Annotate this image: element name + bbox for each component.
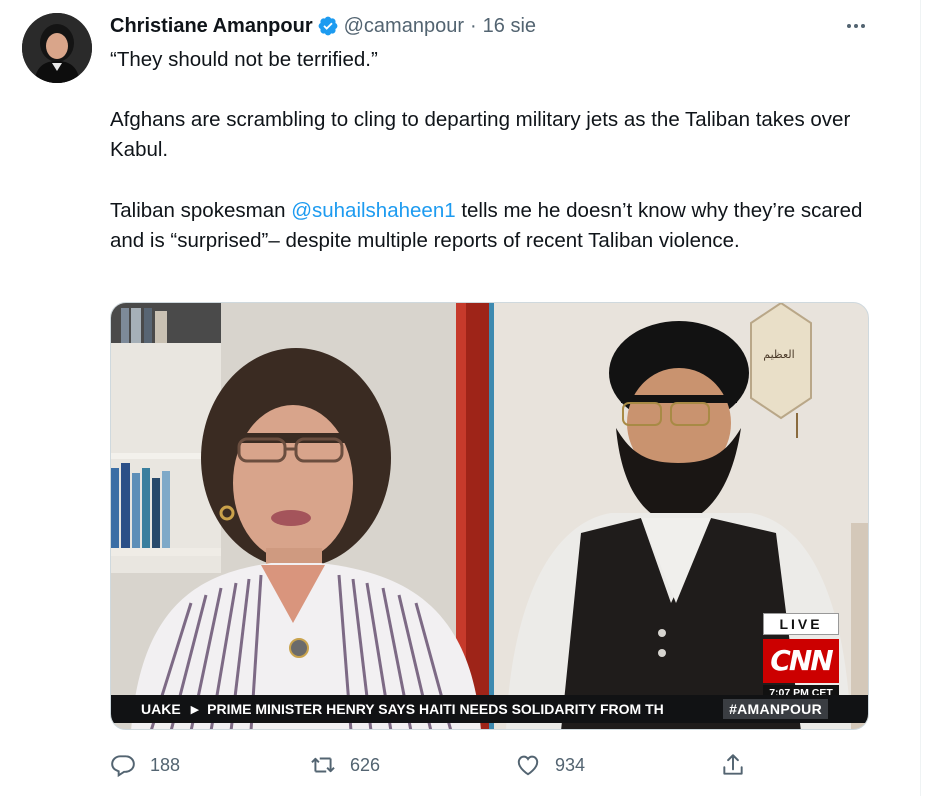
show-hashtag: #AMANPOUR <box>723 699 828 719</box>
share-icon <box>723 754 743 775</box>
live-label: LIVE <box>763 613 839 635</box>
video-thumbnail[interactable]: العظيم LIVE CNN 7:07 PM CET UAKE ▶ PRIME… <box>110 302 869 730</box>
tweet-text-body: Afghans are scrambling to cling to depar… <box>110 105 870 165</box>
tweet-paragraph: Taliban spokesman @suhailshaheen1 tells … <box>110 196 870 256</box>
like-count: 934 <box>555 754 586 775</box>
interview-scene: العظيم <box>111 303 868 729</box>
tweet-text-quote: “They should not be terrified.” <box>110 45 870 75</box>
like-button[interactable]: 934 <box>515 748 585 782</box>
text-segment: Taliban spokesman <box>110 199 292 222</box>
like-icon <box>517 755 539 776</box>
reply-button[interactable]: 188 <box>110 748 180 782</box>
live-bug: LIVE CNN 7:07 PM CET <box>763 613 839 701</box>
retweet-count: 626 <box>350 754 381 775</box>
ticker-previous-text: UAKE <box>141 701 181 717</box>
tweet-paragraph: “They should not be terrified.” <box>110 48 378 71</box>
ticker-headline: PRIME MINISTER HENRY SAYS HAITI NEEDS SO… <box>207 701 664 717</box>
column-divider <box>920 0 921 796</box>
tweet-paragraph: Afghans are scrambling to cling to depar… <box>110 108 851 161</box>
retweet-button[interactable]: 626 <box>310 748 380 782</box>
tweet-header: Christiane Amanpour @camanpour · 16 sie <box>110 12 536 40</box>
tweet-text-detail: Taliban spokesman @suhailshaheen1 tells … <box>110 196 870 256</box>
tweet-actions: 188 626 934 <box>110 748 750 782</box>
tweet-card[interactable]: Christiane Amanpour @camanpour · 16 sie … <box>0 0 921 796</box>
avatar[interactable] <box>22 13 92 83</box>
more-icon[interactable] <box>838 12 874 40</box>
tweet-date[interactable]: 16 sie <box>483 15 536 38</box>
mention-link[interactable]: @suhailshaheen1 <box>291 199 455 222</box>
author-name[interactable]: Christiane Amanpour <box>110 15 313 38</box>
header-separator: · <box>470 14 477 37</box>
share-button[interactable] <box>720 748 746 782</box>
retweet-icon <box>311 757 335 773</box>
cnn-logo: CNN <box>763 639 839 683</box>
reply-count: 188 <box>150 754 181 775</box>
author-handle[interactable]: @camanpour <box>344 15 464 38</box>
verified-badge-icon <box>317 15 339 37</box>
reply-icon <box>111 755 135 778</box>
svg-text:العظيم: العظيم <box>763 348 794 361</box>
ticker-arrow-icon: ▶ <box>190 703 200 716</box>
